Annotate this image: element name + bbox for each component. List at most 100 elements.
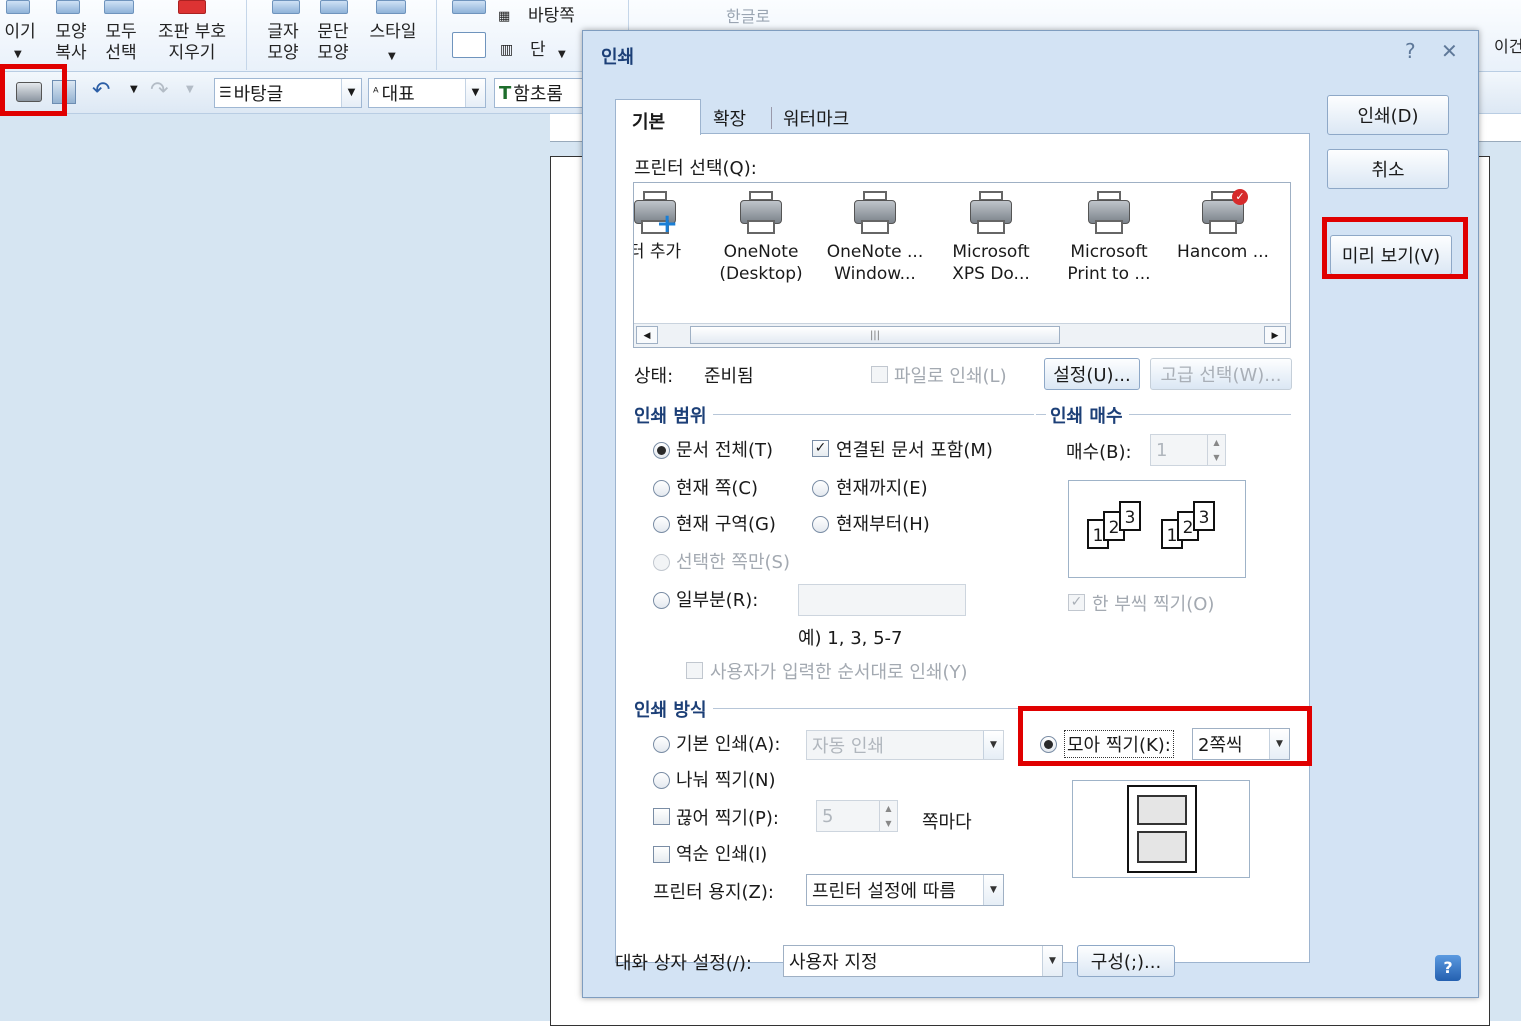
- reverse-print-checkbox[interactable]: [653, 846, 670, 863]
- cut-print-input[interactable]: 5 ▲ ▼: [816, 800, 898, 832]
- printer-name: OneNote ... Window...: [826, 242, 924, 284]
- radio-selected-pages[interactable]: [653, 554, 670, 571]
- cut-print-spinner[interactable]: ▲ ▼: [879, 801, 897, 831]
- dialog-setting-value: 사용자 지정: [789, 952, 878, 973]
- collate-label: 한 부씩 찍기(O): [1092, 594, 1215, 615]
- current-section-label: 현재 구역(G): [676, 514, 776, 535]
- close-icon[interactable]: ✕: [1441, 39, 1458, 63]
- basic-print-select[interactable]: 자동 인쇄 ▼: [806, 730, 1004, 760]
- font-combo[interactable]: T 함초롬: [494, 78, 594, 108]
- chevron-down-icon[interactable]: ▼: [186, 84, 194, 95]
- copies-spinner[interactable]: ▲ ▼: [1207, 435, 1225, 465]
- printer-settings-button[interactable]: 설정(U)...: [1044, 358, 1140, 390]
- split-print-label: 나눠 찍기(N): [676, 770, 776, 791]
- printer-list-scrollbar[interactable]: ◀ ||| ▶: [634, 323, 1290, 347]
- ribbon-separator: [436, 0, 437, 70]
- radio-from-current[interactable]: [812, 516, 829, 533]
- chevron-down-icon[interactable]: ▼: [1042, 946, 1062, 976]
- para-shape-button[interactable]: 문단 모양: [312, 22, 354, 64]
- paper-select[interactable]: 프린터 설정에 따름 ▼: [806, 874, 1004, 906]
- doc-icon: [452, 32, 486, 58]
- printer-name: 터 추가: [633, 242, 682, 262]
- printer-item-onenote-desktop[interactable]: OneNote (Desktop): [706, 191, 816, 285]
- radio-until-current[interactable]: [812, 480, 829, 497]
- include-linked-checkbox[interactable]: ✓: [812, 440, 829, 457]
- cut-print-checkbox[interactable]: [653, 808, 670, 825]
- chevron-down-icon[interactable]: ▼: [341, 79, 361, 107]
- rep-combo-value: 대표: [381, 84, 415, 105]
- copies-value: 1: [1156, 439, 1168, 461]
- ribbon-item-prev[interactable]: 이건: [1494, 36, 1521, 57]
- user-order-checkbox[interactable]: [686, 662, 703, 679]
- printer-item-xps[interactable]: Microsoft XPS Do...: [936, 191, 1046, 285]
- radio-split-print[interactable]: [653, 772, 670, 789]
- compose-button[interactable]: 구성(;)...: [1077, 945, 1175, 977]
- radio-all-doc[interactable]: [653, 442, 670, 459]
- partial-range-input[interactable]: [798, 584, 966, 616]
- style-button[interactable]: 스타일: [364, 22, 422, 43]
- paper-select-value: 프린터 설정에 따름: [812, 881, 956, 902]
- ribbon-item-label[interactable]: 이기: [0, 22, 40, 43]
- column-icon: ▥: [500, 42, 514, 58]
- advanced-select-button[interactable]: 고급 선택(W)...: [1150, 358, 1292, 390]
- tab-watermark[interactable]: 워터마크: [783, 105, 849, 131]
- format-copy-button[interactable]: 모양 복사: [50, 22, 92, 64]
- collate-checkbox[interactable]: ✓: [1068, 594, 1085, 611]
- clear-marks-button[interactable]: 조판 부호 지우기: [150, 22, 234, 64]
- chevron-down-icon: ▼: [388, 51, 396, 62]
- status-value: 준비됨: [704, 366, 754, 387]
- tab-panel-basic: 프린터 선택(Q): + 터 추가 OneNote (Desktop) OneN…: [615, 133, 1310, 963]
- para-shape-icon: [320, 0, 348, 14]
- scroll-left-icon[interactable]: ◀: [636, 326, 658, 344]
- chevron-down-icon[interactable]: ▼: [983, 731, 1003, 759]
- help-icon[interactable]: ?: [1435, 955, 1461, 981]
- copies-input[interactable]: 1 ▲ ▼: [1150, 434, 1226, 466]
- scroll-right-icon[interactable]: ▶: [1264, 326, 1286, 344]
- range-example-text: 예) 1, 3, 5-7: [798, 628, 903, 649]
- nup-preview-page: [1137, 831, 1187, 863]
- printer-list[interactable]: + 터 추가 OneNote (Desktop) OneNote ... Win…: [633, 182, 1291, 348]
- master-page-button[interactable]: 바탕쪽: [528, 6, 575, 27]
- chevron-down-icon[interactable]: ▼: [983, 875, 1003, 905]
- printer-item-add[interactable]: + 터 추가: [633, 191, 710, 263]
- radio-current-section[interactable]: [653, 516, 670, 533]
- column-button[interactable]: 단: [530, 40, 546, 61]
- clear-marks-icon: [178, 0, 206, 14]
- tab-extended[interactable]: 확장: [713, 105, 746, 131]
- collate-preview: 1 2 3 1 2 3: [1068, 480, 1246, 578]
- chevron-down-icon[interactable]: ▼: [465, 79, 485, 107]
- tab-basic[interactable]: 기본: [615, 99, 701, 135]
- chevron-down-icon[interactable]: ▼: [130, 84, 138, 95]
- select-all-icon: [104, 0, 134, 14]
- select-all-button[interactable]: 모두 선택: [100, 22, 142, 64]
- tab-divider: [771, 107, 772, 129]
- scroll-thumb[interactable]: |||: [690, 326, 1060, 344]
- current-page-label: 현재 쪽(C): [676, 478, 759, 499]
- all-doc-label: 문서 전체(T): [676, 440, 774, 461]
- radio-basic-print[interactable]: [653, 736, 670, 753]
- dialog-setting-select[interactable]: 사용자 지정 ▼: [783, 945, 1063, 977]
- cancel-button[interactable]: 취소: [1327, 149, 1449, 189]
- radio-current-page[interactable]: [653, 480, 670, 497]
- tab-basic-label: 기본: [632, 112, 666, 133]
- printer-item-print-to-pdf[interactable]: Microsoft Print to ...: [1054, 191, 1164, 285]
- copies-label: 매수(B):: [1066, 442, 1132, 463]
- radio-partial[interactable]: [653, 592, 670, 609]
- partial-label: 일부분(R):: [676, 590, 759, 611]
- rep-combo[interactable]: ᴬ 대표 ▼: [368, 78, 486, 108]
- hangul-convert-button[interactable]: 한글로: [726, 6, 770, 27]
- until-current-label: 현재까지(E): [836, 478, 928, 499]
- redo-icon[interactable]: ↷: [150, 78, 168, 103]
- style-combo[interactable]: ☰ 바탕글 ▼: [214, 78, 362, 108]
- cut-print-label: 끊어 찍기(P):: [676, 808, 779, 829]
- printer-icon: [970, 191, 1012, 237]
- printer-item-onenote-windows[interactable]: OneNote ... Window...: [820, 191, 930, 285]
- print-button[interactable]: 인쇄(D): [1327, 95, 1449, 135]
- printer-item-hancom[interactable]: ✓ Hancom ...: [1168, 189, 1278, 263]
- print-to-file-checkbox[interactable]: [871, 366, 888, 383]
- undo-icon[interactable]: ↶: [92, 78, 110, 103]
- basic-print-value: 자동 인쇄: [812, 736, 884, 757]
- help-icon[interactable]: ?: [1405, 39, 1416, 63]
- ribbon-icon: [6, 0, 30, 14]
- char-shape-button[interactable]: 글자 모양: [262, 22, 304, 64]
